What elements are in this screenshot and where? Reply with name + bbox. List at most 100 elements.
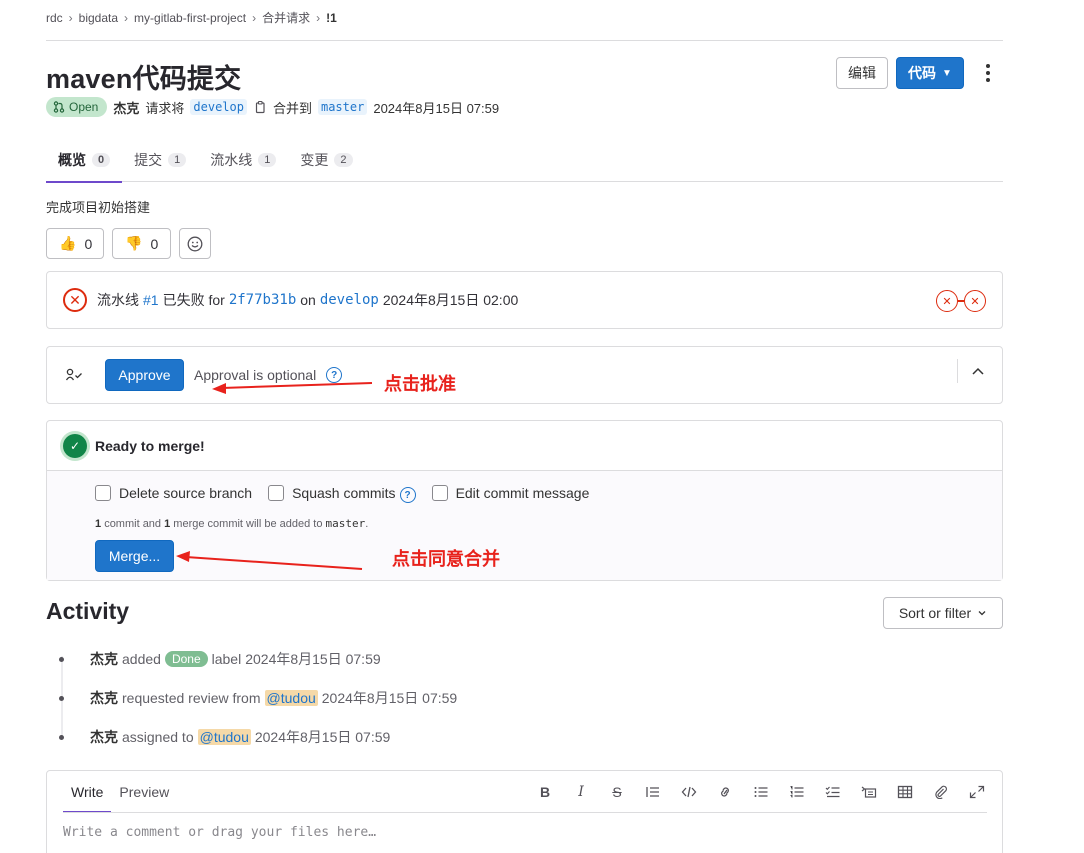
code-icon[interactable] — [671, 781, 707, 803]
question-icon[interactable]: ? — [326, 367, 343, 383]
edit-button[interactable]: 编辑 — [836, 57, 888, 89]
collapsible-icon[interactable] — [851, 781, 887, 803]
breadcrumb-separator: › — [68, 10, 73, 25]
status-failed-icon[interactable]: ✕ — [63, 288, 87, 312]
tab-write[interactable]: Write — [63, 771, 112, 813]
approve-button[interactable]: Approve — [105, 359, 184, 391]
user-mention[interactable]: @tudou — [197, 729, 251, 745]
stage-failed-icon[interactable]: ✕ — [964, 290, 986, 312]
commit-sha-link[interactable]: 2f77b31b — [229, 292, 296, 308]
squash-commits-option[interactable]: Squash commits ? — [268, 483, 416, 503]
strikethrough-icon[interactable]: S — [599, 781, 635, 803]
comment-editor-tabs: Write Preview — [63, 771, 177, 813]
breadcrumb-current[interactable]: !1 — [326, 11, 337, 25]
activity-item: 杰克 requested review from @tudou 2024年8月1… — [59, 688, 457, 708]
activity-author[interactable]: 杰克 — [90, 727, 118, 747]
edit-commit-message-checkbox[interactable] — [431, 485, 448, 501]
status-success-icon: ✓ — [63, 433, 87, 458]
approval-user-check-icon — [65, 368, 82, 381]
merge-ready-text: Ready to merge! — [95, 437, 205, 454]
merge-widget: ✓ Ready to merge! Delete source branch S… — [46, 420, 1003, 581]
bold-icon[interactable]: B — [527, 781, 563, 803]
bullet-list-icon[interactable] — [743, 781, 779, 803]
merge-request-icon — [53, 101, 65, 113]
merge-options-body: Delete source branch Squash commits ? Ed… — [47, 471, 1002, 580]
activity-time: 2024年8月15日 07:59 — [254, 729, 391, 745]
code-dropdown-button[interactable]: 代码 ▼ — [896, 57, 964, 89]
tab-overview[interactable]: 概览 0 — [46, 138, 123, 183]
target-branch[interactable]: master — [317, 99, 368, 115]
pipeline-on-text: on — [300, 292, 316, 308]
add-reaction-button[interactable] — [179, 228, 211, 259]
source-branch[interactable]: develop — [190, 99, 247, 115]
sort-filter-dropdown[interactable]: Sort or filter — [883, 597, 1003, 629]
page-title: maven代码提交 — [46, 64, 242, 94]
approval-optional-text: Approval is optional — [194, 367, 317, 383]
delete-source-branch-checkbox[interactable] — [95, 485, 111, 501]
task-list-icon[interactable] — [815, 781, 851, 803]
approval-widget: Approve Approval is optional ? — [46, 346, 1003, 404]
activity-time: 2024年8月15日 07:59 — [245, 651, 381, 667]
breadcrumb-bigdata[interactable]: bigdata — [79, 11, 118, 25]
activity-text: label — [211, 651, 242, 667]
tab-commits[interactable]: 提交 1 — [122, 138, 198, 182]
approval-divider — [957, 359, 958, 383]
breadcrumb-rdc[interactable]: rdc — [46, 11, 63, 25]
chevron-down-icon — [978, 611, 986, 616]
fullscreen-icon[interactable] — [959, 781, 995, 803]
delete-source-branch-option[interactable]: Delete source branch — [95, 485, 252, 501]
label-badge[interactable]: Done — [164, 651, 208, 667]
breadcrumb-project[interactable]: my-gitlab-first-project — [134, 11, 246, 25]
thumbs-down-button[interactable]: 👎 0 — [112, 228, 171, 259]
tab-label: 变更 — [300, 152, 329, 168]
option-label: Squash commits — [292, 485, 396, 501]
tab-count: 0 — [92, 153, 111, 167]
tab-changes[interactable]: 变更 2 — [288, 138, 364, 182]
attach-icon[interactable] — [923, 781, 959, 803]
merge-commit-note: 1 commit and 1 merge commit will be adde… — [95, 517, 369, 530]
breadcrumb-merge-requests[interactable]: 合并请求 — [262, 9, 310, 26]
activity-author[interactable]: 杰克 — [90, 649, 118, 669]
stage-failed-icon[interactable]: ✕ — [936, 290, 958, 312]
option-label: Edit commit message — [455, 485, 590, 501]
mr-tabs: 概览 0 提交 1 流水线 1 变更 2 — [46, 138, 1003, 183]
italic-icon[interactable]: I — [563, 781, 599, 803]
pipeline-branch-link[interactable]: develop — [320, 292, 379, 308]
tab-preview[interactable]: Preview — [111, 771, 177, 813]
chevron-down-icon: ▼ — [942, 67, 952, 79]
more-actions-icon[interactable] — [978, 61, 998, 85]
breadcrumb: rdc › bigdata › my-gitlab-first-project … — [46, 9, 337, 26]
numbered-list-icon[interactable] — [779, 781, 815, 803]
chevron-up-icon[interactable] — [969, 359, 987, 383]
comment-textarea[interactable]: Write a comment or drag your files here… — [63, 825, 376, 840]
breadcrumb-separator: › — [124, 10, 129, 25]
activity-item: 杰克 assigned to @tudou 2024年8月15日 07:59 — [59, 727, 390, 747]
user-mention[interactable]: @tudou — [264, 690, 318, 706]
created-timestamp: 2024年8月15日 07:59 — [373, 100, 500, 116]
squash-commits-checkbox[interactable] — [268, 485, 285, 501]
pipeline-timestamp: 2024年8月15日 02:00 — [382, 292, 519, 308]
annotation-merge-hint: 点击同意合并 — [392, 549, 500, 569]
pipeline-id-link[interactable]: #1 — [143, 292, 159, 308]
tab-pipelines[interactable]: 流水线 1 — [198, 138, 288, 182]
table-icon[interactable] — [887, 781, 923, 803]
activity-text: requested review from — [122, 690, 261, 706]
edit-commit-message-option[interactable]: Edit commit message — [431, 485, 590, 501]
author-link[interactable]: 杰克 — [113, 98, 139, 117]
quote-icon[interactable] — [635, 781, 671, 803]
comment-editor-divider — [63, 812, 987, 813]
tab-count: 1 — [168, 153, 187, 167]
activity-author[interactable]: 杰克 — [90, 688, 118, 708]
smiley-icon — [187, 236, 203, 251]
merge-button[interactable]: Merge... — [95, 540, 174, 572]
code-button-label: 代码 — [908, 65, 937, 81]
merge-status-header: ✓ Ready to merge! — [47, 421, 1002, 471]
tab-count: 1 — [258, 153, 277, 167]
tab-label: 概览 — [58, 152, 86, 168]
thumbs-up-button[interactable]: 👍 0 — [46, 228, 104, 259]
link-icon[interactable] — [707, 781, 743, 803]
copy-icon[interactable] — [253, 100, 267, 114]
activity-heading: Activity — [46, 598, 130, 624]
thumbs-down-icon: 👎 — [125, 235, 143, 251]
question-icon[interactable]: ? — [399, 487, 416, 503]
